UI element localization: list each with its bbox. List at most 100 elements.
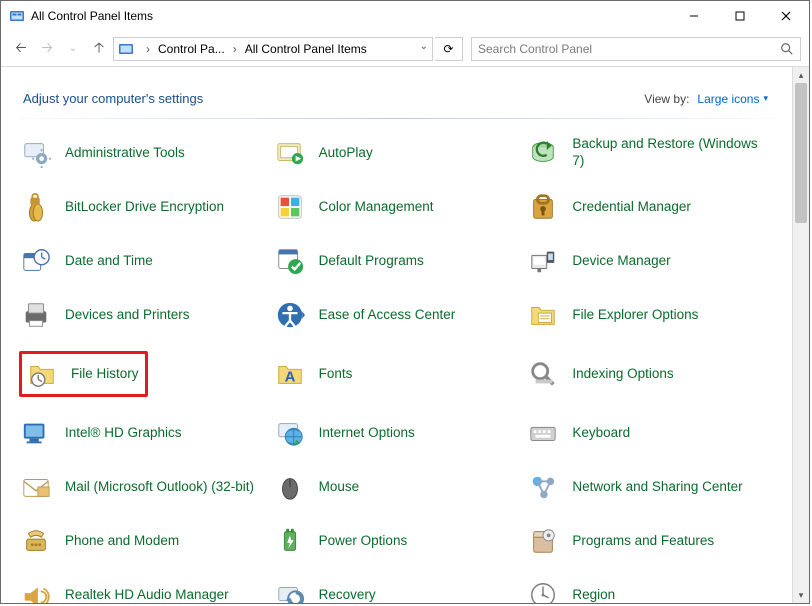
credential-manager-icon <box>526 190 560 224</box>
item-label[interactable]: File Explorer Options <box>572 307 698 324</box>
item-label[interactable]: Date and Time <box>65 253 153 270</box>
file-history-icon <box>25 357 59 391</box>
control-panel-item[interactable]: Network and Sharing Center <box>526 469 770 505</box>
control-panel-item[interactable]: Intel® HD Graphics <box>19 415 263 451</box>
item-label[interactable]: Backup and Restore (Windows 7) <box>572 136 770 170</box>
back-button[interactable]: 🡠 <box>9 37 33 61</box>
recovery-icon <box>273 578 307 603</box>
navigation-bar: 🡠 🡢 ⌄ 🡡 › Control Pa... › All Control Pa… <box>1 31 809 67</box>
control-panel-item[interactable]: Programs and Features <box>526 523 770 559</box>
up-button[interactable]: 🡡 <box>87 37 111 61</box>
item-label[interactable]: Indexing Options <box>572 366 673 383</box>
close-button[interactable] <box>763 1 809 31</box>
maximize-button[interactable] <box>717 1 763 31</box>
window-controls <box>671 1 809 31</box>
control-panel-item[interactable]: File Explorer Options <box>526 297 770 333</box>
control-panel-item[interactable]: Realtek HD Audio Manager <box>19 577 263 603</box>
default-programs-icon <box>273 244 307 278</box>
item-label[interactable]: Mouse <box>319 479 360 496</box>
control-panel-item[interactable]: Indexing Options <box>526 351 770 397</box>
scroll-up-arrow[interactable]: ▴ <box>793 67 809 83</box>
item-label[interactable]: Intel® HD Graphics <box>65 425 181 442</box>
autoplay-icon <box>273 136 307 170</box>
item-label[interactable]: Keyboard <box>572 425 630 442</box>
item-label[interactable]: Phone and Modem <box>65 533 179 550</box>
search-input[interactable]: Search Control Panel <box>471 37 801 61</box>
control-panel-item[interactable]: Mouse <box>273 469 517 505</box>
control-panel-item[interactable]: Devices and Printers <box>19 297 263 333</box>
control-panel-item[interactable]: BitLocker Drive Encryption <box>19 189 263 225</box>
recent-locations-dropdown[interactable]: ⌄ <box>61 37 85 61</box>
content-area: Adjust your computer's settings View by:… <box>1 67 792 603</box>
view-by-dropdown[interactable]: Large icons ▾ <box>697 92 768 106</box>
vertical-scrollbar[interactable]: ▴ ▾ <box>792 67 809 603</box>
control-panel-item[interactable]: Mail (Microsoft Outlook) (32-bit) <box>19 469 263 505</box>
control-panel-item[interactable]: Administrative Tools <box>19 135 263 171</box>
breadcrumb-seg-1[interactable]: Control Pa... <box>158 42 225 56</box>
power-options-icon <box>273 524 307 558</box>
fonts-icon: A <box>273 357 307 391</box>
control-panel-item[interactable]: Date and Time <box>19 243 263 279</box>
network-sharing-icon <box>526 470 560 504</box>
item-label[interactable]: Mail (Microsoft Outlook) (32-bit) <box>65 479 254 496</box>
breadcrumb-dropdown-icon[interactable]: ⌄ <box>420 41 428 52</box>
item-label[interactable]: Default Programs <box>319 253 424 270</box>
control-panel-item[interactable]: Region <box>526 577 770 603</box>
control-panel-item[interactable]: Recovery <box>273 577 517 603</box>
control-panel-item[interactable]: Phone and Modem <box>19 523 263 559</box>
internet-options-icon <box>273 416 307 450</box>
search-placeholder: Search Control Panel <box>478 42 592 56</box>
view-by-label: View by: <box>644 92 689 106</box>
item-label[interactable]: Programs and Features <box>572 533 714 550</box>
scroll-down-arrow[interactable]: ▾ <box>793 587 809 603</box>
item-label[interactable]: Credential Manager <box>572 199 691 216</box>
programs-features-icon <box>526 524 560 558</box>
control-panel-item[interactable]: Power Options <box>273 523 517 559</box>
control-panel-item[interactable]: Device Manager <box>526 243 770 279</box>
item-label[interactable]: Recovery <box>319 587 376 603</box>
date-time-icon <box>19 244 53 278</box>
control-panel-item[interactable]: A Fonts <box>273 351 517 397</box>
breadcrumb-seg-2[interactable]: All Control Panel Items <box>245 42 367 56</box>
breadcrumb[interactable]: › Control Pa... › All Control Panel Item… <box>113 37 433 61</box>
chevron-right-icon[interactable]: › <box>142 42 154 56</box>
forward-button[interactable]: 🡢 <box>35 37 59 61</box>
item-label[interactable]: File History <box>71 366 139 383</box>
control-panel-item[interactable]: Internet Options <box>273 415 517 451</box>
control-panel-item[interactable]: Ease of Access Center <box>273 297 517 333</box>
chevron-down-icon: ▾ <box>763 93 768 104</box>
item-label[interactable]: Power Options <box>319 533 408 550</box>
indexing-options-icon <box>526 357 560 391</box>
scroll-thumb[interactable] <box>795 83 807 223</box>
control-panel-item[interactable]: Credential Manager <box>526 189 770 225</box>
item-label[interactable]: AutoPlay <box>319 145 373 162</box>
item-label[interactable]: Network and Sharing Center <box>572 479 742 496</box>
item-label[interactable]: Realtek HD Audio Manager <box>65 587 229 603</box>
highlighted-item[interactable]: File History <box>19 351 148 397</box>
window-title: All Control Panel Items <box>31 9 153 23</box>
item-label[interactable]: Devices and Printers <box>65 307 190 324</box>
item-label[interactable]: Device Manager <box>572 253 670 270</box>
item-label[interactable]: BitLocker Drive Encryption <box>65 199 224 216</box>
search-icon[interactable] <box>780 42 794 59</box>
breadcrumb-icon <box>118 41 134 57</box>
control-panel-item[interactable]: Color Management <box>273 189 517 225</box>
control-panel-item[interactable]: AutoPlay <box>273 135 517 171</box>
chevron-right-icon[interactable]: › <box>229 42 241 56</box>
control-panel-item[interactable]: Keyboard <box>526 415 770 451</box>
page-heading: Adjust your computer's settings <box>23 91 203 106</box>
control-panel-item[interactable]: Default Programs <box>273 243 517 279</box>
item-label[interactable]: Color Management <box>319 199 434 216</box>
refresh-button[interactable]: ⟳ <box>435 37 463 61</box>
item-label[interactable]: Internet Options <box>319 425 415 442</box>
control-panel-item[interactable]: Backup and Restore (Windows 7) <box>526 135 770 171</box>
item-label[interactable]: Administrative Tools <box>65 145 185 162</box>
ease-access-icon <box>273 298 307 332</box>
item-label[interactable]: Region <box>572 587 615 603</box>
control-panel-item[interactable]: File History <box>19 351 263 397</box>
realtek-audio-icon <box>19 578 53 603</box>
minimize-button[interactable] <box>671 1 717 31</box>
item-label[interactable]: Fonts <box>319 366 353 383</box>
items-grid: Administrative Tools AutoPlay Backup and R… <box>19 135 774 603</box>
item-label[interactable]: Ease of Access Center <box>319 307 456 324</box>
